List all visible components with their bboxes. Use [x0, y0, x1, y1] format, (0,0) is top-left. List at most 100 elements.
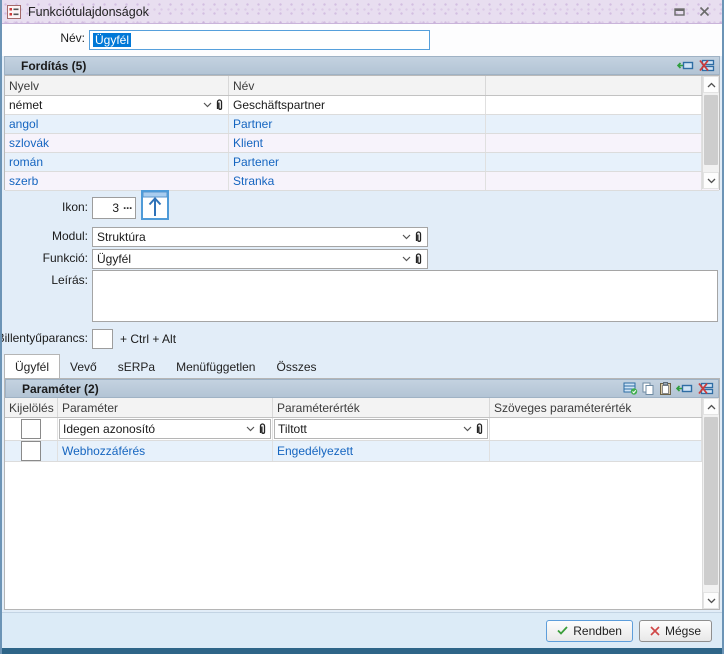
parameterertek-combobox[interactable]: Tiltott [274, 419, 488, 439]
col-nyelv[interactable]: Nyelv [5, 76, 229, 95]
col-parameterertek[interactable]: Paraméterérték [273, 398, 490, 417]
arrow-up-window-icon [143, 192, 167, 218]
footer: Rendben Mégse [2, 612, 722, 648]
ikon-preview-button[interactable] [141, 190, 169, 220]
billentyuparancs-input[interactable] [92, 329, 113, 349]
cell-nev[interactable]: Stranka [229, 172, 486, 190]
table-row[interactable]: Idegen azonosító Tiltott [5, 418, 702, 441]
titlebar[interactable]: Funkciótulajdonságok [0, 0, 724, 24]
tab-osszes[interactable]: Összes [265, 356, 327, 378]
forditas-scrollbar[interactable] [702, 76, 719, 189]
ok-button[interactable]: Rendben [546, 620, 633, 642]
billentyuparancs-suffix: + Ctrl + Alt [120, 332, 176, 346]
scroll-track[interactable] [703, 93, 719, 172]
cell-nyelv[interactable]: szlovák [5, 134, 229, 152]
tab-serpa[interactable]: sERPa [107, 356, 166, 378]
paperclip-icon[interactable] [414, 253, 423, 265]
parameter-header-row: Kijelölés Paraméter Paraméterérték Szöve… [5, 398, 719, 418]
col-empty[interactable] [486, 76, 702, 95]
modul-combobox[interactable]: Struktúra [92, 227, 428, 247]
paste-icon[interactable] [659, 382, 672, 395]
cell-parameterertek: Tiltott [278, 422, 460, 436]
insert-row-icon[interactable] [677, 59, 694, 72]
scroll-thumb[interactable] [704, 417, 718, 585]
col-szoveges[interactable]: Szöveges paraméterérték [490, 398, 702, 417]
properties-list-icon [6, 4, 22, 20]
cell-parameterertek[interactable]: Engedélyezett [273, 441, 490, 461]
cell-szoveges[interactable] [490, 418, 702, 440]
insert-row-icon[interactable] [676, 382, 693, 395]
cancel-button-label: Mégse [665, 624, 701, 638]
ellipsis-button[interactable]: ··· [123, 201, 132, 215]
scroll-up-icon[interactable] [703, 76, 719, 93]
parameter-combobox[interactable]: Idegen azonosító [59, 419, 271, 439]
paperclip-icon[interactable] [414, 231, 423, 243]
scroll-track[interactable] [703, 415, 719, 592]
row-select-checkbox[interactable] [21, 441, 41, 461]
delete-row-icon[interactable] [698, 59, 715, 72]
tab-menufuggetlen[interactable]: Menüfüggetlen [165, 356, 266, 378]
ikon-input[interactable]: 3 ··· [92, 197, 136, 219]
modul-label: Modul: [52, 229, 88, 243]
tab-vevo[interactable]: Vevő [59, 356, 108, 378]
tab-ugyfel[interactable]: Ügyfél [4, 354, 60, 378]
chevron-down-icon[interactable] [402, 234, 411, 240]
table-row[interactable]: német Geschäftspartner [5, 96, 719, 115]
nev-value: Ügyfél [93, 33, 131, 47]
funkcio-label: Funkció: [43, 251, 88, 265]
parameter-title: Paraméter (2) [22, 382, 99, 396]
parameter-panel: Paraméter (2) [4, 378, 720, 610]
ikon-value: 3 [112, 201, 119, 215]
parameter-scrollbar[interactable] [702, 398, 719, 609]
col-parameter[interactable]: Paraméter [58, 398, 273, 417]
restore-icon[interactable] [674, 7, 685, 17]
scroll-up-icon[interactable] [703, 398, 719, 415]
dialog-funkciotulajdonsagok: Funkciótulajdonságok Név: Ügyfél Fordítá… [0, 0, 724, 654]
table-row[interactable]: szerb Stranka [5, 172, 719, 191]
table-row[interactable]: Webhozzáférés Engedélyezett [5, 441, 702, 462]
ok-button-label: Rendben [573, 624, 622, 638]
nev-label: Név: [60, 31, 85, 45]
leiras-textarea[interactable] [92, 270, 718, 322]
scroll-down-icon[interactable] [703, 592, 719, 609]
cell-nyelv[interactable]: német [9, 98, 200, 112]
cell-nev[interactable]: Partner [229, 115, 486, 133]
scroll-thumb[interactable] [704, 95, 718, 165]
copy-icon[interactable] [642, 382, 655, 395]
scroll-down-icon[interactable] [703, 172, 719, 189]
cell-nev[interactable]: Geschäftspartner [229, 96, 486, 114]
cell-parameter[interactable]: Webhozzáférés [58, 441, 273, 461]
paperclip-icon[interactable] [215, 99, 224, 111]
window-title: Funkciótulajdonságok [28, 5, 149, 19]
cancel-button[interactable]: Mégse [639, 620, 712, 642]
select-rows-check-icon[interactable] [623, 382, 638, 395]
col-kijeloles[interactable]: Kijelölés [5, 398, 58, 417]
cell-nev[interactable]: Partener [229, 153, 486, 171]
table-row[interactable]: angol Partner [5, 115, 719, 134]
chevron-down-icon[interactable] [246, 426, 255, 432]
nev-input[interactable]: Ügyfél [89, 30, 430, 50]
table-row[interactable]: szlovák Klient [5, 134, 719, 153]
check-icon [557, 626, 568, 635]
ikon-label: Ikon: [62, 200, 88, 214]
funkcio-value: Ügyfél [97, 252, 399, 266]
cell-szoveges[interactable] [490, 441, 702, 461]
chevron-down-icon[interactable] [402, 256, 411, 262]
delete-row-icon[interactable] [697, 382, 714, 395]
cell-nyelv[interactable]: szerb [5, 172, 229, 190]
paperclip-icon[interactable] [258, 423, 267, 435]
close-icon[interactable] [699, 6, 710, 17]
cell-nyelv[interactable]: angol [5, 115, 229, 133]
row-select-checkbox[interactable] [21, 419, 41, 439]
window-bottom-edge [0, 648, 724, 654]
table-row[interactable]: román Partener [5, 153, 719, 172]
cell-nev[interactable]: Klient [229, 134, 486, 152]
chevron-down-icon[interactable] [463, 426, 472, 432]
funkcio-combobox[interactable]: Ügyfél [92, 249, 428, 269]
chevron-down-icon[interactable] [203, 102, 212, 108]
col-nev[interactable]: Név [229, 76, 486, 95]
cell-nyelv[interactable]: román [5, 153, 229, 171]
paperclip-icon[interactable] [475, 423, 484, 435]
modul-value: Struktúra [97, 230, 399, 244]
leiras-label: Leírás: [51, 273, 88, 287]
